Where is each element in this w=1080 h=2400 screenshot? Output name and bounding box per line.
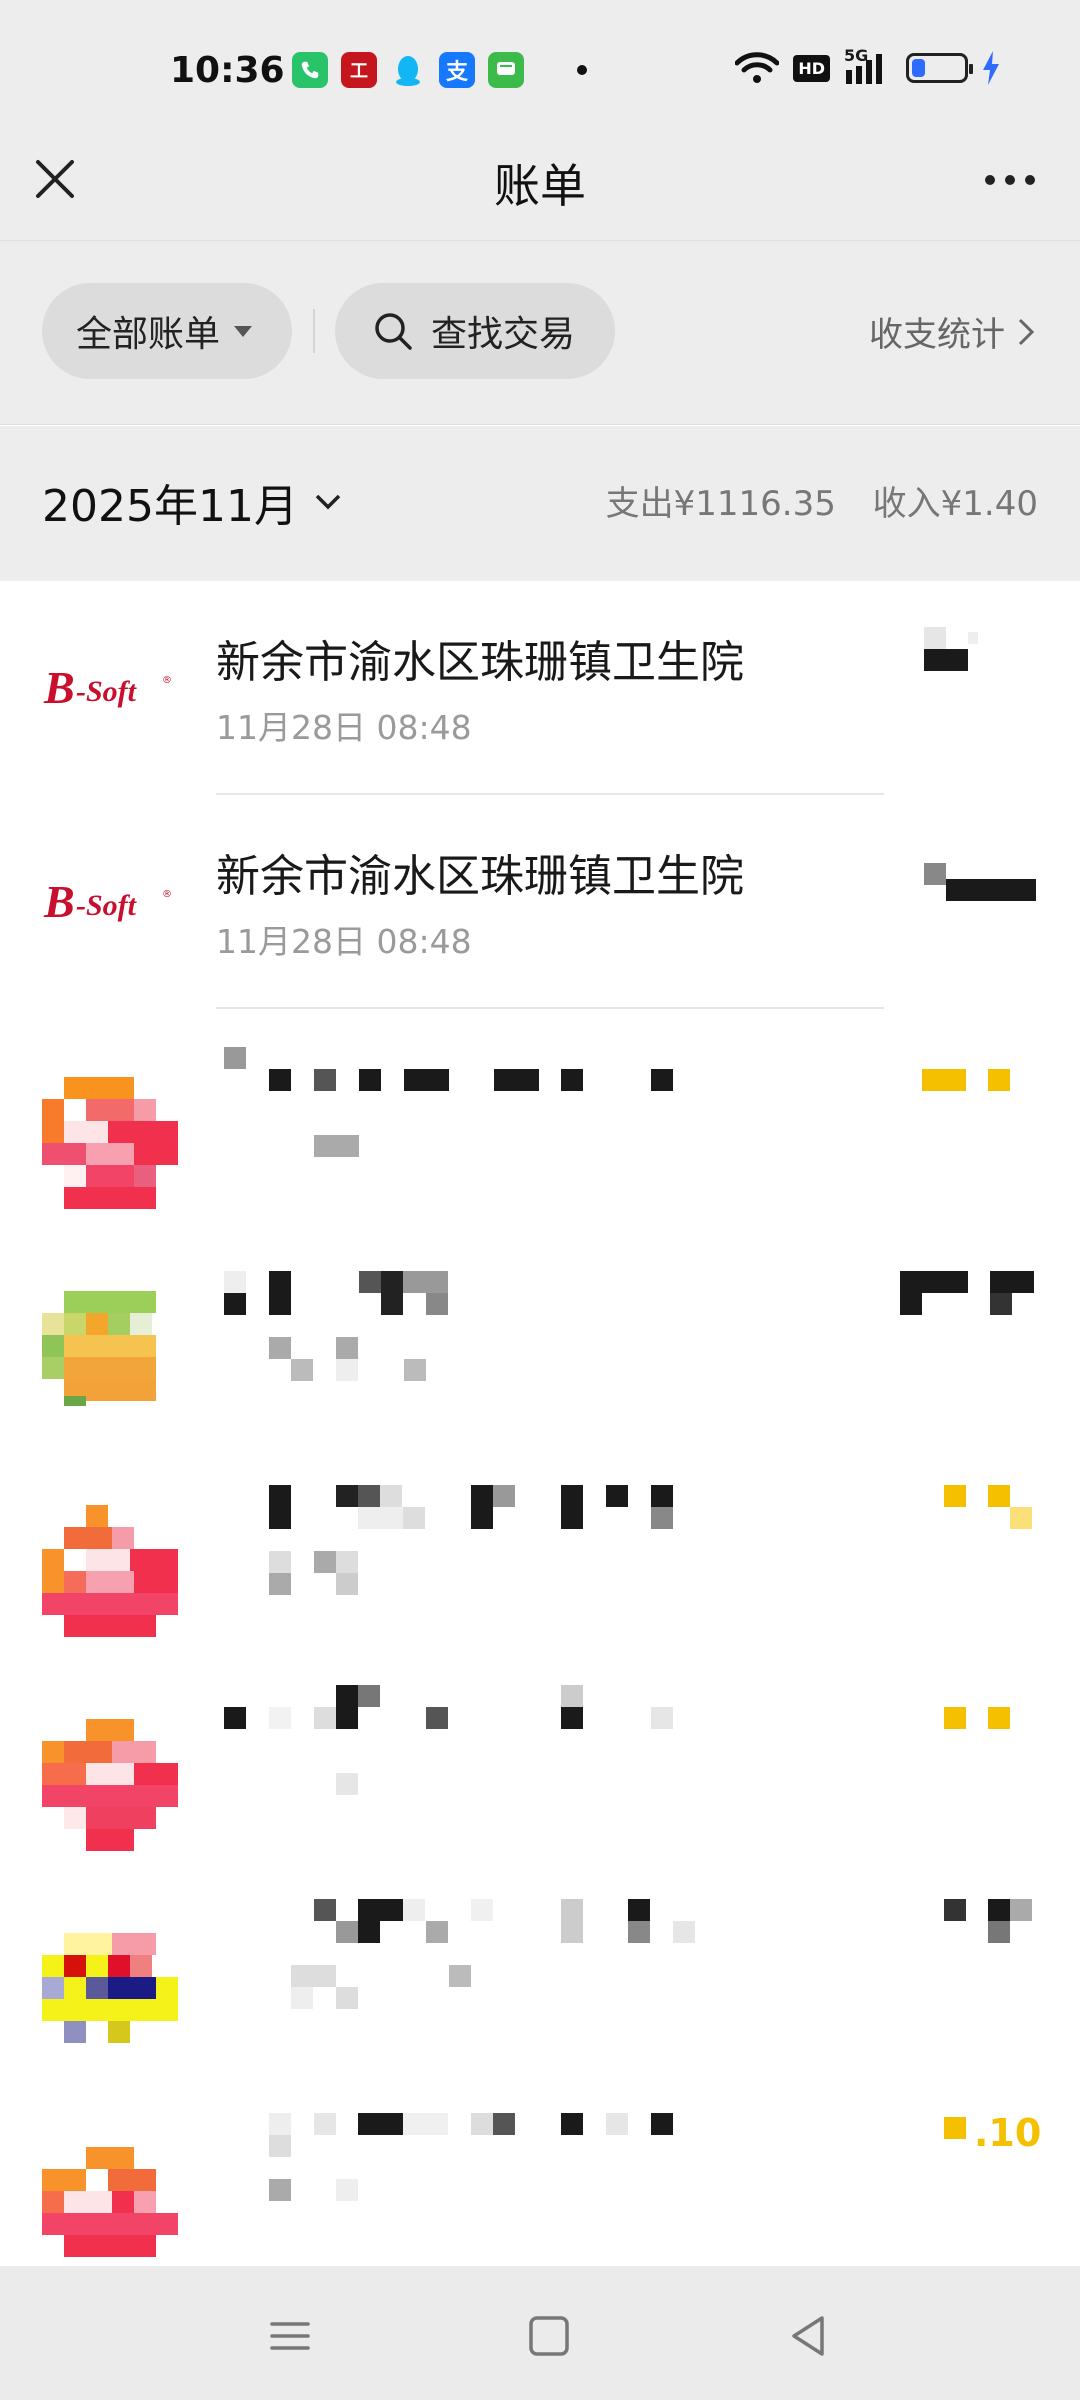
redacted-merchant-name [224,1485,684,1605]
svg-text:-Soft: -Soft [76,889,138,922]
b-soft-logo: B -Soft ® [43,662,172,713]
transaction-row[interactable]: B -Soft ® 新余市渝水区珠珊镇卫生院 11月28日 08:48 [0,795,1080,1009]
status-bar: 10:36 工 支 HD 5G [0,0,1080,140]
transaction-row[interactable]: .10 [0,2079,1080,2266]
menu-icon[interactable] [260,2306,320,2366]
redacted-avatar [42,1505,182,1645]
redacted-avatar [42,1291,182,1431]
signal-icon: 5G [844,46,892,86]
alipay-icon: 支 [439,52,475,88]
more-icon[interactable] [980,160,1040,200]
search-transactions-button[interactable]: 查找交易 [335,283,615,379]
battery-icon [906,53,973,83]
redacted-merchant-name [224,1271,684,1391]
month-label: 2025年11月 [42,481,298,532]
all-bills-button[interactable]: 全部账单 [42,283,292,379]
chevron-right-icon [1018,318,1035,345]
redacted-avatar [42,1719,182,1859]
all-bills-label: 全部账单 [76,314,221,355]
page-title: 账单 [494,159,586,213]
transaction-row[interactable] [0,1651,1080,1865]
redacted-amount [924,627,984,673]
message-icon [488,52,524,88]
redacted-merchant-name [224,2113,684,2233]
month-summary: 支出¥1116.35 收入¥1.40 [606,476,1038,525]
amount-partial-text: .10 [974,2111,1042,2155]
redacted-amount [924,863,1036,903]
divider [313,309,315,353]
wifi-icon [735,52,780,83]
transaction-row[interactable] [0,1437,1080,1651]
stats-label: 收支统计 [869,315,1005,355]
transaction-row[interactable] [0,1223,1080,1437]
merchant-name: 新余市渝水区珠珊镇卫生院 [216,851,744,902]
transaction-row[interactable]: B -Soft ® 新余市渝水区珠珊镇卫生院 11月28日 08:48 [0,581,1080,795]
svg-text:B: B [43,662,75,713]
transaction-date: 11月28日 08:48 [216,708,472,747]
month-bar: 2025年11月 支出¥1116.35 收入¥1.40 [0,426,1080,581]
dropdown-triangle-icon [234,325,253,337]
system-nav-bar [0,2266,1080,2400]
charging-icon [983,51,999,85]
svg-text:B: B [43,876,75,927]
redacted-merchant-name [224,1047,684,1167]
redacted-avatar [42,2147,182,2266]
redacted-merchant-name [224,1685,684,1805]
redacted-avatar [42,1933,182,2073]
search-label: 查找交易 [431,314,576,355]
transaction-list[interactable]: B -Soft ® 新余市渝水区珠珊镇卫生院 11月28日 08:48 B -S… [0,581,1080,2266]
redacted-amount [922,1069,1042,1091]
back-icon[interactable] [778,2306,838,2366]
search-icon [375,313,412,350]
bank-glyph: 工 [350,61,368,82]
b-soft-logo: B -Soft ® [43,876,172,927]
merchant-name: 新余市渝水区珠珊镇卫生院 [216,637,744,688]
status-time: 10:36 [170,50,285,91]
redacted-amount [900,1271,1040,1315]
filter-bar: 全部账单 查找交易 收支统计 [0,240,1080,425]
redacted-avatar [42,1077,182,1217]
home-icon[interactable] [519,2306,579,2366]
transaction-row[interactable] [0,1865,1080,2079]
more-notifications-dot [577,65,587,75]
redacted-amount [944,1899,1036,1943]
stats-link[interactable]: 收支统计 [869,307,1035,356]
system-icons: HD 5G [735,46,1000,86]
expense-total: 支出¥1116.35 [605,484,836,524]
svg-text:®: ® [162,889,172,900]
svg-text:®: ® [162,675,172,686]
hd-badge: HD [793,54,830,82]
redacted-merchant-name [224,1899,695,2019]
battery-level [912,59,925,77]
income-total: 收入¥1.40 [872,484,1038,524]
transaction-row[interactable] [0,1009,1080,1223]
notification-icons: 工 支 [292,52,587,88]
alipay-glyph: 支 [445,60,468,85]
redacted-amount [944,1707,1036,1729]
amount-partial: .10 [944,2111,1044,2157]
redacted-amount [944,1485,1036,1529]
month-selector[interactable]: 2025年11月 [42,470,342,534]
qq-icon [390,52,426,88]
bank-icon: 工 [341,52,377,88]
svg-text:-Soft: -Soft [76,675,138,708]
phone-icon [292,52,328,88]
transaction-date: 11月28日 08:48 [216,922,472,961]
header: 账单 [0,120,1080,240]
chevron-down-icon [315,494,341,510]
